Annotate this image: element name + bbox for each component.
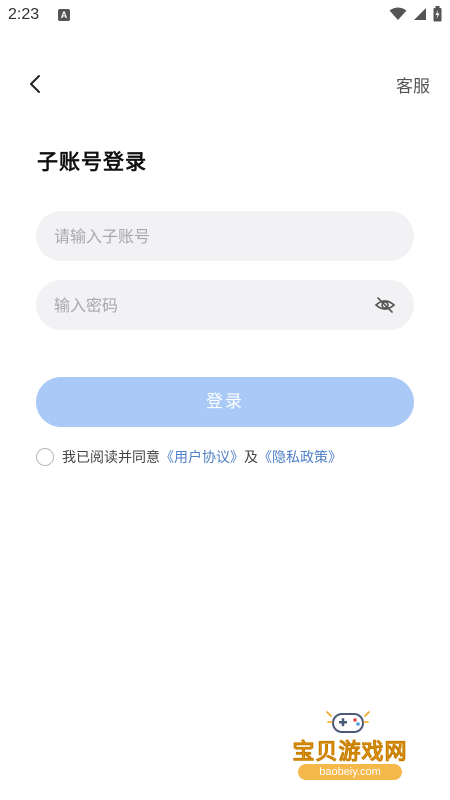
account-input[interactable]	[54, 211, 354, 261]
status-icons	[389, 6, 442, 22]
wifi-icon	[389, 7, 407, 20]
privacy-policy-link[interactable]: 《隐私政策》	[258, 447, 342, 467]
watermark-title: 宝贝游戏网	[292, 740, 408, 766]
agreement-prefix: 我已阅读并同意	[62, 450, 160, 466]
chevron-left-icon	[30, 75, 40, 93]
back-button[interactable]	[22, 70, 50, 98]
customer-service-link[interactable]: 客服	[396, 72, 430, 97]
battery-icon	[433, 6, 442, 22]
user-agreement-link[interactable]: 《用户协议》	[160, 447, 244, 467]
eye-off-icon[interactable]	[374, 295, 396, 315]
agreement-checkbox[interactable]	[36, 448, 54, 466]
agreement-row: 我已阅读并同意 《用户协议》 及 《隐私政策》	[36, 446, 342, 468]
status-bar: 2:23 A	[0, 0, 450, 30]
page-title: 子账号登录	[37, 150, 147, 174]
agreement-conjunction: 及	[244, 450, 258, 466]
account-field	[36, 211, 414, 261]
login-button[interactable]: 登录	[36, 377, 414, 427]
signal-icon	[414, 8, 426, 20]
top-nav: 客服	[0, 60, 450, 108]
status-time: 2:23	[8, 6, 40, 23]
password-input[interactable]	[54, 280, 354, 330]
notification-icon: A	[58, 9, 70, 21]
watermark: 宝贝游戏网 baobeiy.com	[270, 706, 430, 796]
watermark-url: baobeiy.com	[298, 764, 402, 780]
password-field	[36, 280, 414, 330]
